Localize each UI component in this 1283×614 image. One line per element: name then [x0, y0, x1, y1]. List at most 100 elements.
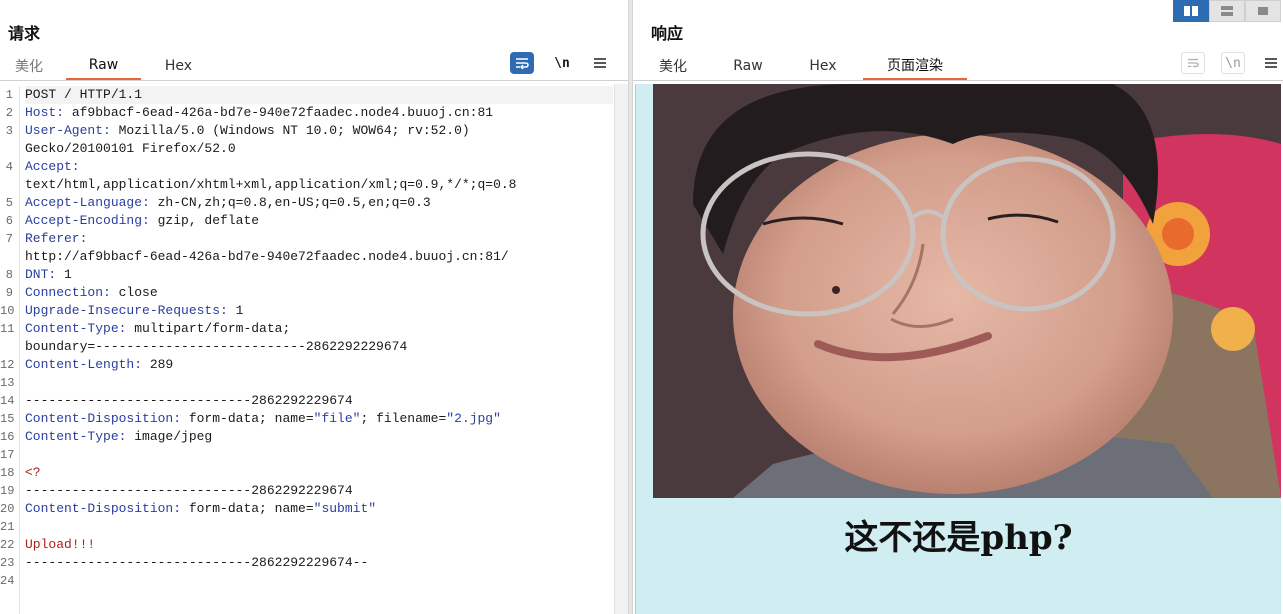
code-token: gzip, deflate	[149, 213, 260, 228]
code-line[interactable]: http://af9bbacf-6ead-426a-bd7e-940e72faa…	[25, 248, 613, 266]
header-key: Content-Disposition:	[25, 411, 182, 426]
wrap-lines-icon[interactable]	[1181, 52, 1205, 74]
code-token: 289	[142, 357, 174, 372]
line-number: 16	[0, 430, 15, 444]
line-number: 21	[0, 520, 15, 534]
code-token: "submit"	[313, 501, 377, 516]
code-line[interactable]: Gecko/20100101 Firefox/52.0	[25, 140, 613, 158]
code-line[interactable]: Content-Type: multipart/form-data;	[25, 320, 613, 338]
newline-toggle[interactable]: \n	[550, 52, 574, 74]
code-line[interactable]	[25, 518, 613, 536]
code-line[interactable]: Accept-Encoding: gzip, deflate	[25, 212, 613, 230]
request-pane: 请求 美化 Raw Hex \n 1 2 3 4 5 6 7 8 9 10 11 12 13 14 15 16…	[0, 0, 628, 614]
line-number: 18	[0, 466, 15, 480]
line-number	[0, 248, 19, 266]
code-token: -----------------------------28622922296…	[25, 393, 353, 408]
code-line[interactable]: -----------------------------28622922296…	[25, 554, 613, 572]
line-number: 12	[0, 358, 15, 372]
line-number: 8	[5, 268, 13, 282]
newline-toggle[interactable]: \n	[1221, 52, 1245, 74]
code-token: Gecko/20100101 Firefox/52.0	[25, 141, 236, 156]
code-line[interactable]: Content-Type: image/jpeg	[25, 428, 613, 446]
tab-pretty[interactable]: 美化	[0, 52, 58, 80]
code-token: form-data; name=	[181, 501, 314, 516]
code-line[interactable]: Host: af9bbacf-6ead-426a-bd7e-940e72faad…	[25, 104, 613, 122]
code-token: image/jpeg	[126, 429, 213, 444]
code-line[interactable]: User-Agent: Mozilla/5.0 (Windows NT 10.0…	[25, 122, 613, 140]
code-line[interactable]: -----------------------------28622922296…	[25, 392, 613, 410]
header-key: DNT:	[25, 267, 57, 282]
request-raw-text[interactable]: POST / HTTP/1.1 Host: af9bbacf-6ead-426a-…	[25, 86, 613, 590]
code-line[interactable]: Upload!!!	[25, 536, 613, 554]
code-token: af9bbacf-6ead-426a-bd7e-940e72faadec.nod…	[64, 105, 494, 120]
code-token: close	[110, 285, 158, 300]
code-line[interactable]: Accept-Language: zh-CN,zh;q=0.8,en-US;q=…	[25, 194, 613, 212]
code-line[interactable]	[25, 446, 613, 464]
code-token: multipart/form-data;	[126, 321, 291, 336]
line-number: 20	[0, 502, 15, 516]
line-number: 7	[5, 232, 13, 246]
code-line[interactable]	[25, 572, 613, 590]
tab-hex[interactable]: Hex	[141, 52, 216, 80]
tab-render[interactable]: 页面渲染	[863, 52, 967, 80]
request-title: 请求	[8, 24, 41, 43]
request-scrollbar[interactable]	[614, 84, 628, 614]
code-token: -----------------------------28622922296…	[25, 555, 369, 570]
request-tabs: 美化 Raw Hex	[0, 52, 216, 82]
code-line[interactable]: text/html,application/xhtml+xml,applicat…	[25, 176, 613, 194]
code-line[interactable]: Content-Disposition: form-data; name="su…	[25, 500, 613, 518]
code-line[interactable]: <?	[25, 464, 613, 482]
code-line[interactable]: DNT: 1	[25, 266, 613, 284]
single-pane-layout-icon[interactable]	[1245, 0, 1281, 22]
code-line[interactable]: Connection: close	[25, 284, 613, 302]
wrap-lines-icon[interactable]	[510, 52, 534, 74]
header-key: Accept-Language:	[25, 195, 150, 210]
line-number: 3	[5, 124, 13, 138]
tab-hex[interactable]: Hex	[783, 52, 863, 80]
header-key: Accept-Encoding:	[25, 213, 150, 228]
tab-divider	[633, 80, 1283, 81]
header-key: Content-Type:	[25, 429, 127, 444]
code-line[interactable]: Accept:	[25, 158, 613, 176]
line-number: 14	[0, 394, 15, 408]
code-token: text/html,application/xhtml+xml,applicat…	[25, 177, 517, 192]
tab-divider	[0, 80, 628, 81]
header-key: Host:	[25, 105, 65, 120]
line-number: 2	[5, 106, 13, 120]
line-number: 10	[0, 304, 15, 318]
code-token: Mozilla/5.0 (Windows NT 10.0; WOW64; rv:…	[110, 123, 470, 138]
line-number: 9	[5, 286, 13, 300]
code-line[interactable]: Referer:	[25, 230, 613, 248]
code-token: "2.jpg"	[446, 411, 501, 426]
code-line[interactable]: Content-Length: 289	[25, 356, 613, 374]
split-vertical-layout-icon[interactable]	[1209, 0, 1245, 22]
line-number	[0, 338, 19, 356]
line-number-gutter: 1 2 3 4 5 6 7 8 9 10 11 12 13 14 15 16 17 18 19 20 21 22 23 24	[0, 86, 20, 614]
hamburger-menu-icon[interactable]	[588, 52, 612, 74]
code-token: zh-CN,zh;q=0.8,en-US;q=0.5,en;q=0.3	[149, 195, 431, 210]
line-number: 13	[0, 376, 15, 390]
code-token: -----------------------------28622922296…	[25, 483, 353, 498]
split-horizontal-layout-icon[interactable]	[1173, 0, 1209, 22]
code-token: 1	[56, 267, 72, 282]
code-token: form-data; name=	[181, 411, 314, 426]
hamburger-menu-icon[interactable]	[1259, 52, 1283, 74]
code-token: POST / HTTP/1.1	[25, 87, 143, 102]
tab-raw[interactable]: Raw	[713, 52, 783, 80]
code-token: Upload!!!	[25, 537, 96, 552]
code-line[interactable]: POST / HTTP/1.1	[25, 86, 613, 104]
line-number	[0, 140, 19, 158]
tab-pretty[interactable]: 美化	[633, 52, 713, 80]
code-token: boundary=---------------------------2862…	[25, 339, 408, 354]
code-line[interactable]: -----------------------------28622922296…	[25, 482, 613, 500]
code-line[interactable]: Upgrade-Insecure-Requests: 1	[25, 302, 613, 320]
code-line[interactable]: Content-Disposition: form-data; name="fi…	[25, 410, 613, 428]
tab-raw[interactable]: Raw	[66, 52, 141, 80]
line-number: 1	[5, 88, 13, 102]
code-token: 1	[227, 303, 244, 318]
line-number: 19	[0, 484, 15, 498]
request-editor[interactable]: 1 2 3 4 5 6 7 8 9 10 11 12 13 14 15 16 17 18 19 20 21 22 23 24 …	[0, 84, 614, 614]
code-line[interactable]: boundary=---------------------------2862…	[25, 338, 613, 356]
code-line[interactable]	[25, 374, 613, 392]
code-token: ; filename=	[360, 411, 447, 426]
